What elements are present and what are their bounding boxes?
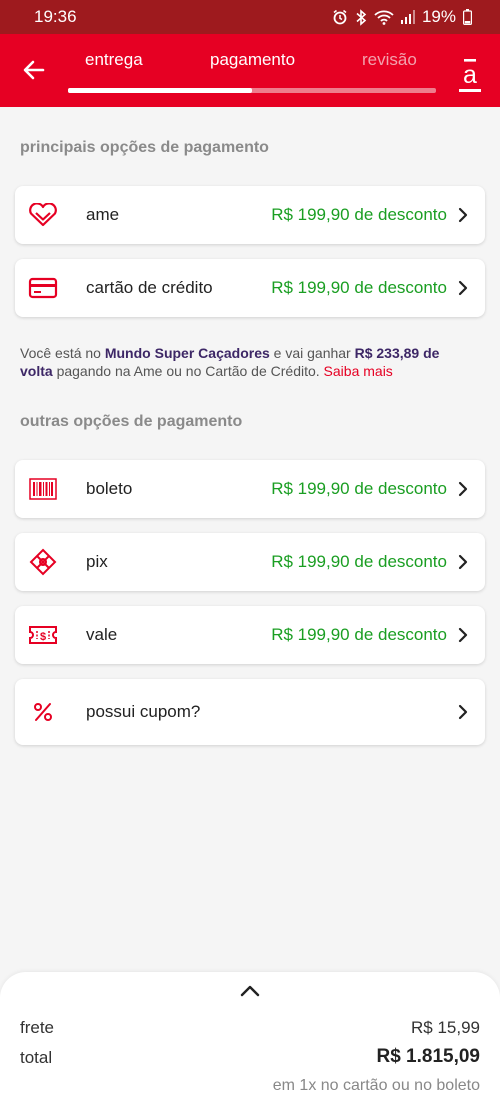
main-payment-options-title: principais opções de pagamento [20,139,269,156]
cashback-text: e vai ganhar [269,345,355,361]
status-icons: 19% [332,7,472,27]
payment-option-voucher[interactable]: $ vale R$ 199,90 de desconto [15,606,485,664]
chevron-right-icon [458,207,468,223]
chevron-up-icon[interactable] [239,984,261,998]
status-bar: 19:36 19% [0,0,500,34]
brand-a-icon: a [459,59,481,92]
payment-option-boleto[interactable]: boleto R$ 199,90 de desconto [15,460,485,518]
shipping-label: frete [20,1018,55,1037]
voucher-icon: $ [27,620,59,650]
payment-option-label: pix [86,552,108,571]
svg-text:$: $ [40,631,46,643]
store-name: Mundo Super Caçadores [104,345,270,361]
steps-progress-fill [68,88,252,93]
order-summary: frete R$ 15,99 total R$ 1.815,09 em 1x n… [0,972,500,1111]
bluetooth-icon [356,8,367,26]
total-label: total [20,1048,53,1067]
payment-option-label: ame [86,205,120,224]
chevron-right-icon [458,481,468,497]
cashback-info: Você está no Mundo Super Caçadores e vai… [20,344,465,380]
chevron-right-icon [458,280,468,296]
payment-note: em 1x no cartão ou no boleto [272,1077,480,1094]
payment-option-discount: R$ 199,90 de desconto [271,552,447,571]
payment-option-label: cartão de crédito [86,278,213,297]
ame-heart-icon [27,200,59,230]
checkout-steps: entrega pagamento revisão [68,34,436,107]
payment-option-label: vale [86,625,118,644]
wifi-icon [374,10,394,25]
percent-icon [27,697,59,727]
payment-option-label: boleto [86,479,133,498]
credit-card-icon [27,273,59,303]
signal-icon [400,10,415,24]
coupon-label: possui cupom? [86,702,201,721]
step-tab-delivery[interactable]: entrega [85,50,143,70]
battery-icon [463,9,472,25]
steps-progress-bar [68,88,436,93]
payment-option-discount: R$ 199,90 de desconto [271,625,447,644]
battery-percent: 19% [421,7,456,26]
pix-icon [27,547,59,577]
shipping-value: R$ 15,99 [411,1018,480,1037]
back-button[interactable] [20,56,48,84]
chevron-right-icon [458,554,468,570]
total-value: R$ 1.815,09 [376,1046,480,1067]
other-payment-options-title: outras opções de pagamento [20,413,243,430]
americanas-logo[interactable]: a [457,59,483,95]
payment-option-ame[interactable]: ame R$ 199,90 de desconto [15,186,485,244]
payment-option-discount: R$ 199,90 de desconto [271,205,447,224]
checkout-header: entrega pagamento revisão a [0,34,500,107]
chevron-right-icon [458,704,468,720]
cashback-text: Você está no [20,345,105,361]
payment-option-pix[interactable]: pix R$ 199,90 de desconto [15,533,485,591]
step-tab-payment[interactable]: pagamento [210,50,295,70]
logo-glyph: a [463,61,477,89]
payment-option-credit-card[interactable]: cartão de crédito R$ 199,90 de desconto [15,259,485,317]
barcode-icon [27,474,59,504]
arrow-left-icon [23,60,45,80]
chevron-right-icon [458,627,468,643]
cashback-text: pagando na Ame ou no Cartão de Crédito. [52,363,324,379]
learn-more-link[interactable]: Saiba mais [324,363,393,379]
payment-option-discount: R$ 199,90 de desconto [271,278,447,297]
coupon-option[interactable]: possui cupom? [15,679,485,745]
payment-option-discount: R$ 199,90 de desconto [271,479,447,498]
step-tab-review: revisão [362,50,417,69]
alarm-icon [333,9,347,25]
status-time: 19:36 [34,7,77,26]
